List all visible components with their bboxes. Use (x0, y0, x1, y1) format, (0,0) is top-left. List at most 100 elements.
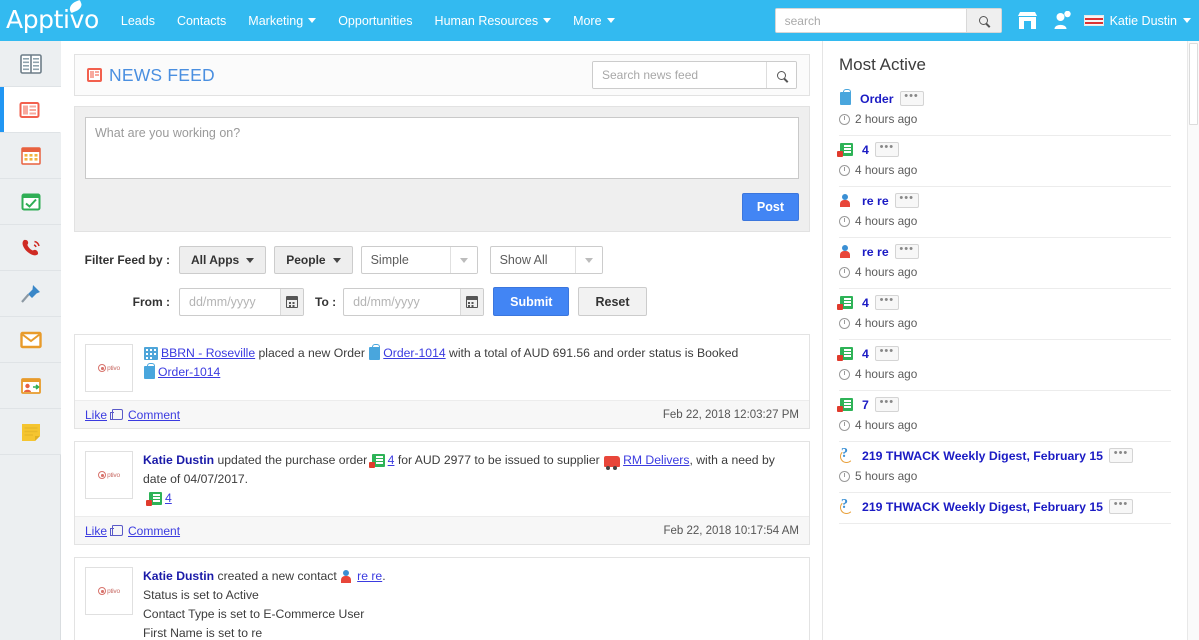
from-date-field[interactable] (179, 288, 304, 316)
top-navigation-bar: Apptivo Leads Contacts Marketing Opportu… (0, 0, 1199, 41)
composer-textarea[interactable] (85, 117, 799, 179)
feed-object-link[interactable]: 4 (388, 453, 395, 467)
from-date-input[interactable] (180, 295, 280, 309)
news-feed-search-button[interactable] (766, 62, 796, 88)
most-active-item-header: 4 ••• (839, 295, 1171, 310)
most-active-label[interactable]: 4 (862, 143, 869, 157)
sidebar-item-address-book[interactable] (0, 41, 61, 87)
more-options-icon[interactable]: ••• (1109, 448, 1133, 463)
page-scrollbar-thumb[interactable] (1189, 43, 1198, 125)
sidebar-item-news-feed[interactable] (0, 87, 61, 133)
sidebar-item-calendar[interactable] (0, 133, 61, 179)
more-options-icon[interactable]: ••• (875, 142, 899, 157)
most-active-label[interactable]: 7 (862, 398, 869, 412)
nav-item-more[interactable]: More (573, 14, 614, 28)
view-mode-select[interactable]: Simple (361, 246, 478, 274)
to-date-input[interactable] (344, 295, 459, 309)
more-options-icon[interactable]: ••• (895, 244, 919, 259)
more-options-icon[interactable]: ••• (1109, 499, 1133, 514)
more-options-icon[interactable]: ••• (875, 346, 899, 361)
to-calendar-button[interactable] (460, 289, 484, 315)
feed-post-body: ptivo Katie Dustin updated the purchase … (75, 442, 809, 516)
most-active-label[interactable]: Order (860, 92, 894, 106)
sidebar-item-pinned[interactable] (0, 271, 61, 317)
post-button[interactable]: Post (742, 193, 799, 221)
most-active-item-time: 4 hours ago (839, 265, 1171, 279)
most-active-item-time: 4 hours ago (839, 367, 1171, 381)
people-label: People (286, 253, 325, 267)
feed-object-link[interactable]: Order-1014 (383, 346, 445, 360)
search-icon (777, 71, 786, 80)
nav-right-group: Katie Dustin (775, 8, 1191, 33)
news-feed-search[interactable] (592, 61, 797, 89)
feed-actor-name: Katie Dustin (143, 569, 214, 583)
apptivo-logo[interactable]: Apptivo (6, 7, 99, 34)
feed-attachment-link[interactable]: 4 (165, 491, 172, 505)
show-filter-select[interactable]: Show All (490, 246, 603, 274)
more-options-icon[interactable]: ••• (895, 193, 919, 208)
nav-item-contacts[interactable]: Contacts (177, 14, 226, 28)
submit-button[interactable]: Submit (493, 287, 569, 316)
most-active-item-time: 4 hours ago (839, 214, 1171, 228)
nav-item-marketing[interactable]: Marketing (248, 14, 316, 28)
news-feed-search-input[interactable] (593, 62, 766, 88)
sidebar-item-events[interactable] (0, 363, 61, 409)
all-apps-dropdown[interactable]: All Apps (179, 246, 266, 274)
nav-item-opportunities[interactable]: Opportunities (338, 14, 412, 28)
most-active-item-header: re re ••• (839, 244, 1171, 259)
people-dropdown[interactable]: People (274, 246, 352, 274)
global-search[interactable] (775, 8, 1002, 33)
like-link[interactable]: Like (85, 408, 107, 422)
global-search-input[interactable] (776, 9, 966, 32)
most-active-label[interactable]: 219 THWACK Weekly Digest, February 15 (862, 500, 1103, 514)
clock-icon (839, 165, 850, 176)
nav-item-human-resources[interactable]: Human Resources (435, 14, 552, 28)
feed-supplier-link[interactable]: RM Delivers (623, 453, 689, 467)
chevron-down-icon (308, 18, 316, 23)
most-active-time: 5 hours ago (855, 469, 917, 483)
sidebar-item-notes[interactable] (0, 409, 61, 455)
most-active-label[interactable]: 4 (862, 347, 869, 361)
feed-attachment-link[interactable]: Order-1014 (158, 365, 220, 379)
most-active-label[interactable]: re re (862, 194, 889, 208)
more-options-icon[interactable]: ••• (875, 397, 899, 412)
most-active-label[interactable]: 4 (862, 296, 869, 310)
user-name-label: Katie Dustin (1110, 14, 1177, 28)
chevron-down-icon (543, 18, 551, 23)
feed-tail-text: with a total of AUD 691.56 and order sta… (449, 346, 738, 360)
clock-icon (839, 471, 850, 482)
page-scrollbar[interactable] (1187, 41, 1199, 640)
most-active-item: 4 ••• 4 hours ago (839, 136, 1171, 187)
feed-actor-link[interactable]: BBRN - Roseville (161, 346, 255, 360)
chevron-down-icon (333, 258, 341, 263)
contact-person-icon (341, 570, 354, 583)
most-active-time: 4 hours ago (855, 316, 917, 330)
case-question-icon (840, 449, 853, 462)
global-search-button[interactable] (966, 9, 1001, 32)
to-date-field[interactable] (343, 288, 484, 316)
reset-button[interactable]: Reset (578, 287, 646, 316)
most-active-label[interactable]: re re (862, 245, 889, 259)
more-options-icon[interactable]: ••• (900, 91, 924, 106)
feed-mid-text: updated the purchase order (218, 453, 368, 467)
from-calendar-button[interactable] (280, 289, 303, 315)
sidebar-item-tasks[interactable] (0, 179, 61, 225)
feed-mid-text: created a new contact (218, 569, 337, 583)
nav-item-leads[interactable]: Leads (121, 14, 155, 28)
feed-post: ptivo BBRN - Roseville placed a new Orde… (74, 334, 810, 429)
feed-mid-text: placed a new Order (259, 346, 365, 360)
sidebar-item-calls[interactable] (0, 225, 61, 271)
feed-object-link[interactable]: re re (357, 569, 382, 583)
marketplace-button[interactable] (1017, 11, 1038, 30)
user-menu[interactable]: Katie Dustin (1084, 14, 1191, 28)
most-active-label[interactable]: 219 THWACK Weekly Digest, February 15 (862, 449, 1103, 463)
comment-link[interactable]: Comment (128, 524, 180, 538)
like-link[interactable]: Like (85, 524, 107, 538)
notifications-button[interactable] (1053, 11, 1071, 30)
most-active-item-header: 7 ••• (839, 397, 1171, 412)
comment-link[interactable]: Comment (128, 408, 180, 422)
apptivo-avatar-logo: ptivo (98, 364, 120, 372)
chevron-down-icon (450, 247, 477, 273)
more-options-icon[interactable]: ••• (875, 295, 899, 310)
sidebar-item-email[interactable] (0, 317, 61, 363)
